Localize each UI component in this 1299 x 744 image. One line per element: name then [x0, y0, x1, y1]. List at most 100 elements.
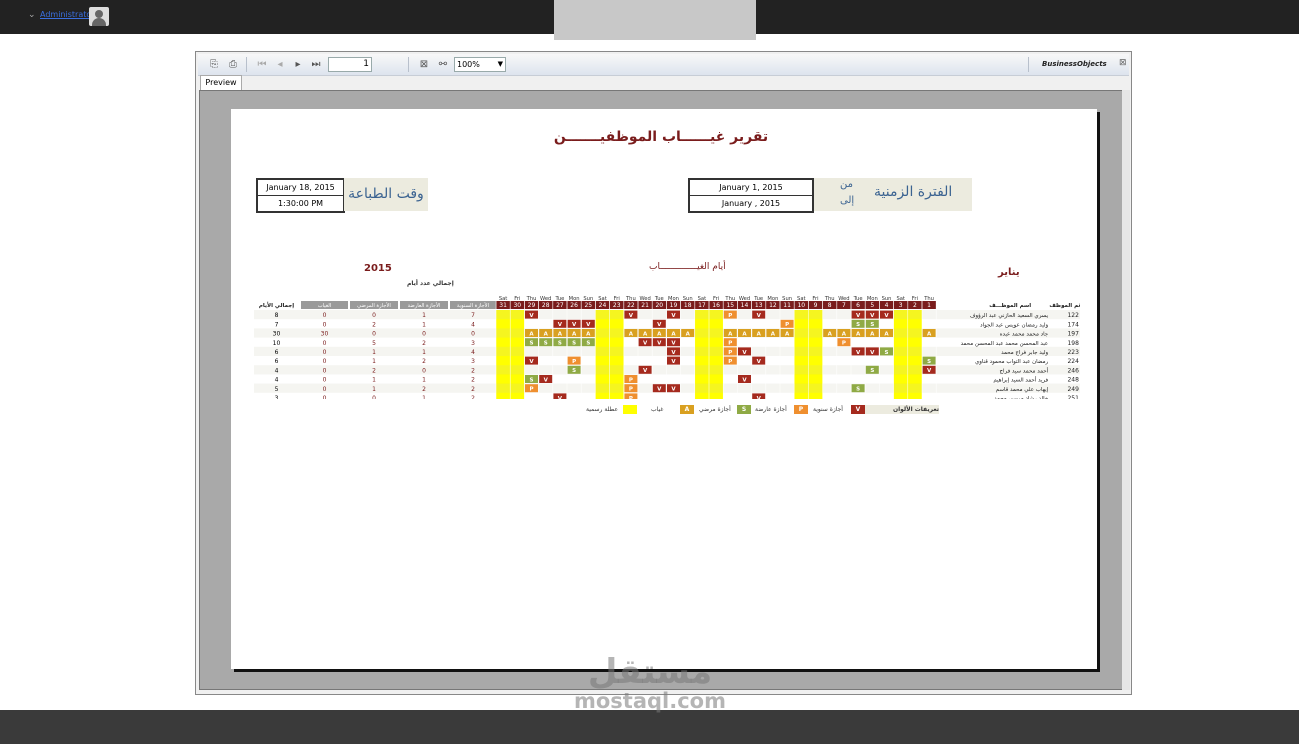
toolbar-separator [1028, 57, 1029, 72]
day-number: 21 [641, 302, 649, 309]
summary-cell: 6 [275, 349, 279, 356]
summary-cell: 0 [422, 331, 426, 338]
absence-code: V [742, 377, 747, 383]
absence-code: S [927, 359, 931, 365]
period-label-box: من إلى الفترة الزمنية [814, 178, 972, 211]
day-number: 9 [814, 302, 818, 309]
absence-code: V [927, 368, 932, 374]
absence-code: V [884, 313, 889, 319]
summary-cell: 30 [273, 331, 281, 338]
absence-code: V [529, 359, 534, 365]
absence-code: P [529, 387, 533, 393]
summary-header: الأجازة المرضي [357, 302, 391, 309]
legend-p-swatch: P [794, 405, 808, 414]
summary-cell: 1 [372, 349, 376, 356]
user-avatar-icon[interactable] [89, 7, 109, 26]
legend-holiday: عطلة رسمية [586, 406, 619, 413]
period-box: January 1, 2015 January , 2015 [688, 178, 814, 213]
absence-code: V [643, 341, 648, 347]
summary-cell: 4 [275, 377, 279, 384]
search-binoculars-icon[interactable]: ⚯ [435, 57, 451, 72]
day-number: 6 [856, 302, 860, 309]
previous-page-icon[interactable]: ◂ [272, 57, 288, 72]
day-number: 4 [885, 302, 889, 309]
tab-preview[interactable]: Preview [200, 75, 242, 90]
day-number: 25 [584, 302, 592, 309]
absence-code: P [572, 359, 576, 365]
absence-code: V [643, 368, 648, 374]
absence-code: V [529, 313, 534, 319]
day-number: 22 [627, 302, 635, 309]
dropdown-arrow-icon[interactable]: ▼ [498, 58, 503, 71]
print-icon[interactable]: ⎙ [225, 57, 241, 72]
absence-code: P [629, 396, 633, 399]
absence-code: V [558, 396, 563, 399]
day-number: 30 [513, 302, 521, 309]
export-icon[interactable]: ⎘ [206, 57, 222, 72]
print-time-box: January 18, 2015 1:30:00 PM [256, 178, 345, 213]
absence-code: V [671, 313, 676, 319]
close-icon[interactable]: ⊠ [1119, 58, 1127, 68]
employee-name: خالد رشاد مرسي محمد [994, 396, 1048, 399]
employee-number: 246 [1067, 367, 1079, 374]
employee-name-header: اسم الموظـــف [989, 303, 1031, 309]
employee-name: فريد أحمد السيد إبراهيم [993, 376, 1048, 384]
to-label: إلى [840, 195, 855, 206]
day-number: 14 [741, 302, 749, 309]
summary-cell: 3 [471, 358, 475, 365]
vertical-scrollbar[interactable] [1122, 90, 1130, 690]
summary-cell: 5 [372, 340, 376, 347]
absence-code: P [629, 387, 633, 393]
absence-code: A [828, 331, 833, 337]
day-number: 2 [913, 302, 917, 309]
absence-code: A [927, 331, 932, 337]
day-number: 24 [599, 302, 607, 309]
period-label: الفترة الزمنية [874, 184, 953, 200]
absence-code: P [728, 313, 732, 319]
chevron-down-icon[interactable]: ⌄ [28, 10, 36, 20]
period-from: January 1, 2015 [690, 180, 812, 196]
toolbar-separator [408, 57, 409, 72]
summary-cell: 1 [422, 377, 426, 384]
last-page-icon[interactable]: ⏭ [308, 57, 324, 72]
employee-number: 251 [1067, 395, 1079, 399]
absence-code: V [757, 313, 762, 319]
toolbar-separator [246, 57, 247, 72]
day-number: 16 [712, 302, 720, 309]
summary-cell: 2 [372, 367, 376, 374]
summary-cell: 0 [323, 312, 327, 319]
summary-cell: 2 [372, 321, 376, 328]
absence-code: A [686, 331, 691, 337]
day-number: 17 [698, 302, 706, 309]
absence-code: P [728, 359, 732, 365]
absence-code: S [558, 341, 562, 347]
summary-header: إجمالي الأيام [259, 301, 294, 309]
absence-code: V [657, 387, 662, 393]
day-number: 3 [899, 302, 903, 309]
employee-name: عبد المحسن محمد عبد المحسن محمد [961, 341, 1049, 347]
zoom-select[interactable]: 100% ▼ [454, 57, 506, 72]
summary-cell: 8 [275, 312, 279, 319]
summary-cell: 0 [323, 395, 327, 399]
watermark-arabic: مستقل [587, 652, 713, 692]
next-page-icon[interactable]: ▸ [290, 57, 306, 72]
absence-code: A [572, 331, 577, 337]
legend-v-swatch: V [851, 405, 865, 414]
watermark-english: mostaql.com [574, 689, 726, 713]
from-label: من [840, 179, 853, 190]
first-page-icon[interactable]: ⏮ [254, 57, 270, 72]
user-menu-link[interactable]: Administrator [40, 10, 95, 19]
summary-cell: 0 [372, 331, 376, 338]
summary-cell: 10 [273, 340, 281, 347]
day-number: 28 [542, 302, 550, 309]
summary-cell: 0 [323, 358, 327, 365]
close-group-tree-icon[interactable]: ⊠ [416, 57, 432, 72]
summary-cell: 4 [275, 367, 279, 374]
summary-cell: 0 [471, 331, 475, 338]
report-canvas: تقرير غيــــــاب الموظفيـــــــن January… [199, 90, 1128, 690]
absence-code: P [785, 322, 789, 328]
zoom-value: 100% [457, 60, 480, 69]
employee-number: 122 [1067, 312, 1079, 319]
day-number: 15 [726, 302, 734, 309]
page-number-input[interactable]: 1 [328, 57, 372, 72]
